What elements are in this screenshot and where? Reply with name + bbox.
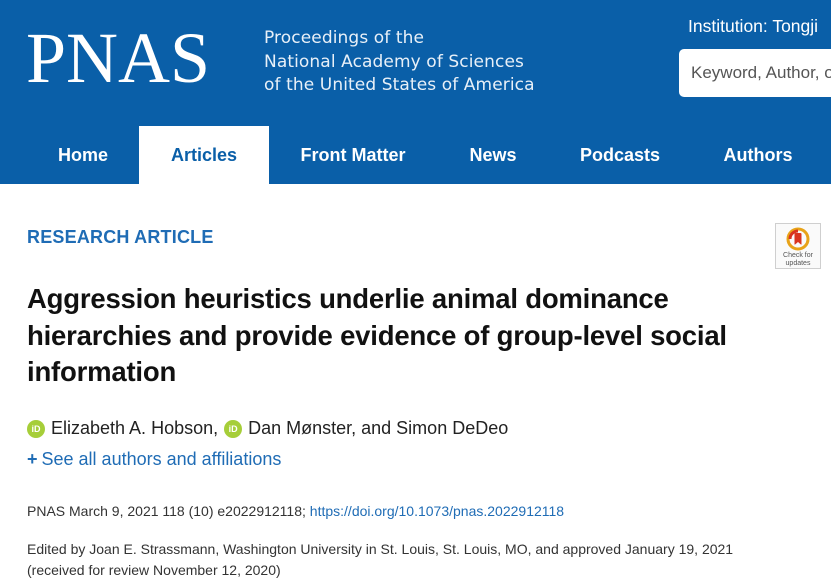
nav-home[interactable]: Home bbox=[32, 126, 134, 184]
citation-line: PNAS March 9, 2021 118 (10) e2022912118;… bbox=[27, 503, 564, 519]
article-title: Aggression heuristics underlie animal do… bbox=[27, 283, 727, 387]
received-date-text: (received for review November 12, 2020) bbox=[27, 562, 281, 578]
orcid-icon[interactable]: iD bbox=[224, 419, 243, 438]
edited-by-text: Edited by Joan E. Strassmann, Washington… bbox=[27, 541, 734, 557]
author-list: iD Elizabeth A. Hobson, iD Dan Mønster, … bbox=[27, 418, 514, 439]
pnas-logo[interactable]: PNAS bbox=[26, 22, 210, 94]
journal-tagline: Proceedings of the National Academy of S… bbox=[264, 27, 535, 98]
check-updates-label: Check for updates bbox=[783, 252, 813, 267]
tagline-line-2: National Academy of Sciences bbox=[264, 51, 524, 72]
author-name[interactable]: Dan Mønster, and Simon DeDeo bbox=[248, 418, 508, 439]
tagline-line-1: Proceedings of the bbox=[264, 28, 425, 48]
see-all-authors-link[interactable]: + See all authors and affiliations bbox=[27, 449, 281, 470]
main-nav: Home Articles Front Matter News Podcasts… bbox=[0, 126, 831, 184]
editor-info: Edited by Joan E. Strassmann, Washington… bbox=[27, 539, 817, 581]
site-header: PNAS Proceedings of the National Academy… bbox=[0, 0, 831, 184]
doi-link[interactable]: https://doi.org/10.1073/pnas.2022912118 bbox=[310, 503, 564, 519]
search-input[interactable] bbox=[679, 49, 831, 97]
nav-articles[interactable]: Articles bbox=[139, 126, 269, 184]
nav-authors[interactable]: Authors bbox=[706, 126, 810, 184]
see-all-authors-label: See all authors and affiliations bbox=[41, 449, 282, 469]
article-type-label: RESEARCH ARTICLE bbox=[27, 227, 214, 247]
check-for-updates-button[interactable]: Check for updates bbox=[775, 223, 821, 269]
author-name[interactable]: Elizabeth A. Hobson, bbox=[51, 418, 218, 439]
tagline-line-3: of the United States of America bbox=[264, 75, 535, 95]
plus-icon: + bbox=[27, 449, 38, 469]
nav-front-matter[interactable]: Front Matter bbox=[283, 126, 423, 184]
citation-text: PNAS March 9, 2021 118 (10) e2022912118; bbox=[27, 503, 306, 519]
orcid-icon[interactable]: iD bbox=[27, 419, 45, 438]
nav-podcasts[interactable]: Podcasts bbox=[564, 126, 676, 184]
institution-label: Institution: Tongji bbox=[688, 16, 819, 36]
check-updates-icon bbox=[786, 227, 810, 251]
nav-news[interactable]: News bbox=[448, 126, 538, 184]
